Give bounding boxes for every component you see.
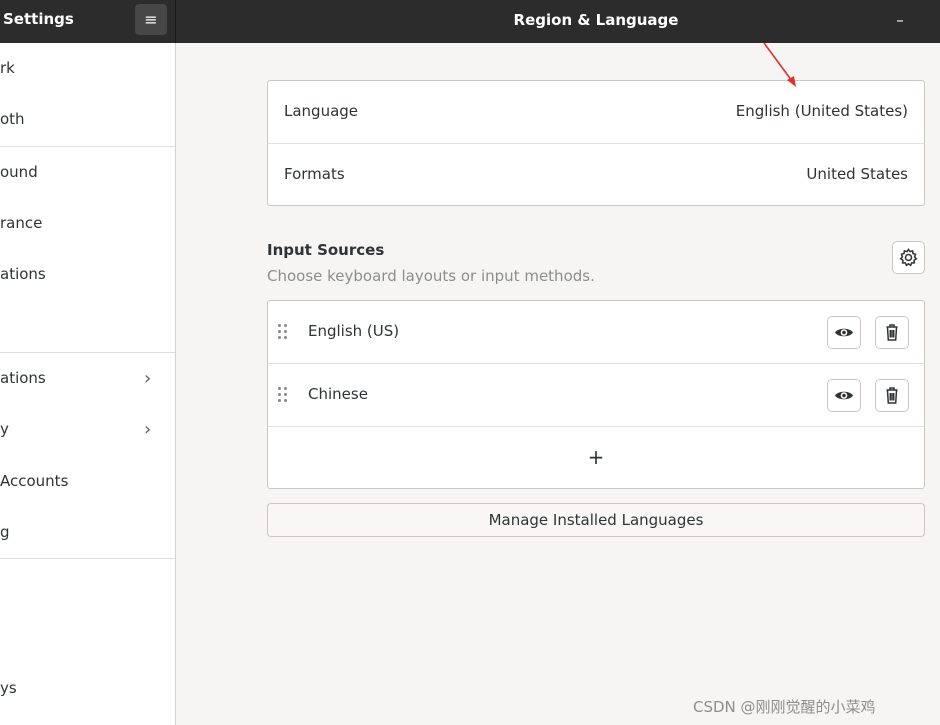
sidebar-item-sharing[interactable]: g: [0, 507, 175, 558]
annotation-arrow-icon: [763, 43, 796, 87]
input-sources-list: English (US) Chinese +: [267, 300, 925, 489]
add-icon: +: [587, 445, 605, 469]
input-source-name: Chinese: [308, 385, 368, 403]
sidebar-item-network[interactable]: rk: [0, 43, 175, 94]
input-sources-options-button[interactable]: [892, 241, 925, 274]
sidebar-item-label: ound: [0, 163, 38, 181]
sidebar-item-label: ations: [0, 369, 46, 387]
sidebar-item-online-accounts[interactable]: Accounts: [0, 456, 175, 507]
sidebar-item-label: ys: [0, 679, 17, 697]
sidebar-item-label: rk: [0, 59, 15, 77]
minimize-icon: –: [896, 11, 904, 29]
formats-label: Formats: [284, 165, 345, 183]
input-source-name: English (US): [308, 322, 400, 340]
chevron-right-icon: ›: [144, 368, 152, 389]
input-sources-subtitle: Choose keyboard layouts or input methods…: [267, 267, 595, 285]
sidebar-item-label: y: [0, 420, 9, 438]
drag-handle-icon[interactable]: [277, 385, 291, 405]
sidebar-item-bluetooth[interactable]: oth: [0, 94, 175, 145]
eye-icon: [835, 328, 853, 337]
language-row[interactable]: Language English (United States): [268, 81, 924, 143]
gear-icon: [899, 248, 918, 267]
add-input-source-row[interactable]: +: [268, 427, 924, 489]
sidebar-item-notifications[interactable]: ations: [0, 249, 175, 300]
sidebar-header: Settings ≡: [0, 0, 176, 43]
watermark: CSDN @刚刚觉醒的小菜鸡: [693, 698, 876, 716]
page-title: Region & Language: [513, 11, 679, 29]
sidebar-item-label: ations: [0, 265, 46, 283]
input-source-row[interactable]: Chinese: [268, 364, 924, 426]
chevron-right-icon: ›: [144, 419, 152, 440]
remove-source-button[interactable]: [875, 316, 909, 349]
sidebar-divider: [0, 558, 175, 559]
trash-icon: [886, 324, 898, 341]
header-bar: Settings ≡ Region & Language –: [0, 0, 940, 43]
input-sources-title: Input Sources: [267, 241, 385, 259]
input-source-row[interactable]: English (US): [268, 301, 924, 363]
main-menu-button[interactable]: ≡: [135, 4, 167, 35]
preview-layout-button[interactable]: [827, 379, 861, 412]
sidebar-item-applications[interactable]: ations ›: [0, 353, 175, 404]
sidebar: rk oth ound rance ations ations › y › Ac…: [0, 43, 176, 725]
minimize-button[interactable]: –: [886, 6, 914, 34]
sidebar-item-label: g: [0, 523, 10, 541]
sidebar-item-label: oth: [0, 110, 25, 128]
language-label: Language: [284, 102, 359, 120]
formats-row[interactable]: Formats United States: [268, 144, 924, 206]
manage-installed-languages-button[interactable]: Manage Installed Languages: [267, 503, 925, 537]
sidebar-item-appearance[interactable]: rance: [0, 198, 175, 249]
sidebar-item-privacy[interactable]: y ›: [0, 404, 175, 455]
region-card: Language English (United States) Formats…: [267, 80, 925, 206]
hamburger-icon: ≡: [144, 10, 158, 29]
sidebar-item-label: Accounts: [0, 472, 69, 490]
trash-icon: [886, 387, 898, 404]
formats-value: United States: [806, 165, 908, 183]
sidebar-item-displays[interactable]: ys: [0, 663, 175, 714]
remove-source-button[interactable]: [875, 379, 909, 412]
language-value: English (United States): [735, 102, 908, 120]
main-content: Language English (United States) Formats…: [177, 43, 940, 725]
eye-icon: [835, 391, 853, 400]
drag-handle-icon[interactable]: [277, 322, 291, 342]
preview-layout-button[interactable]: [827, 316, 861, 349]
sidebar-item-label: rance: [0, 214, 43, 232]
app-title: Settings: [3, 10, 74, 28]
sidebar-item-background[interactable]: ound: [0, 147, 175, 198]
